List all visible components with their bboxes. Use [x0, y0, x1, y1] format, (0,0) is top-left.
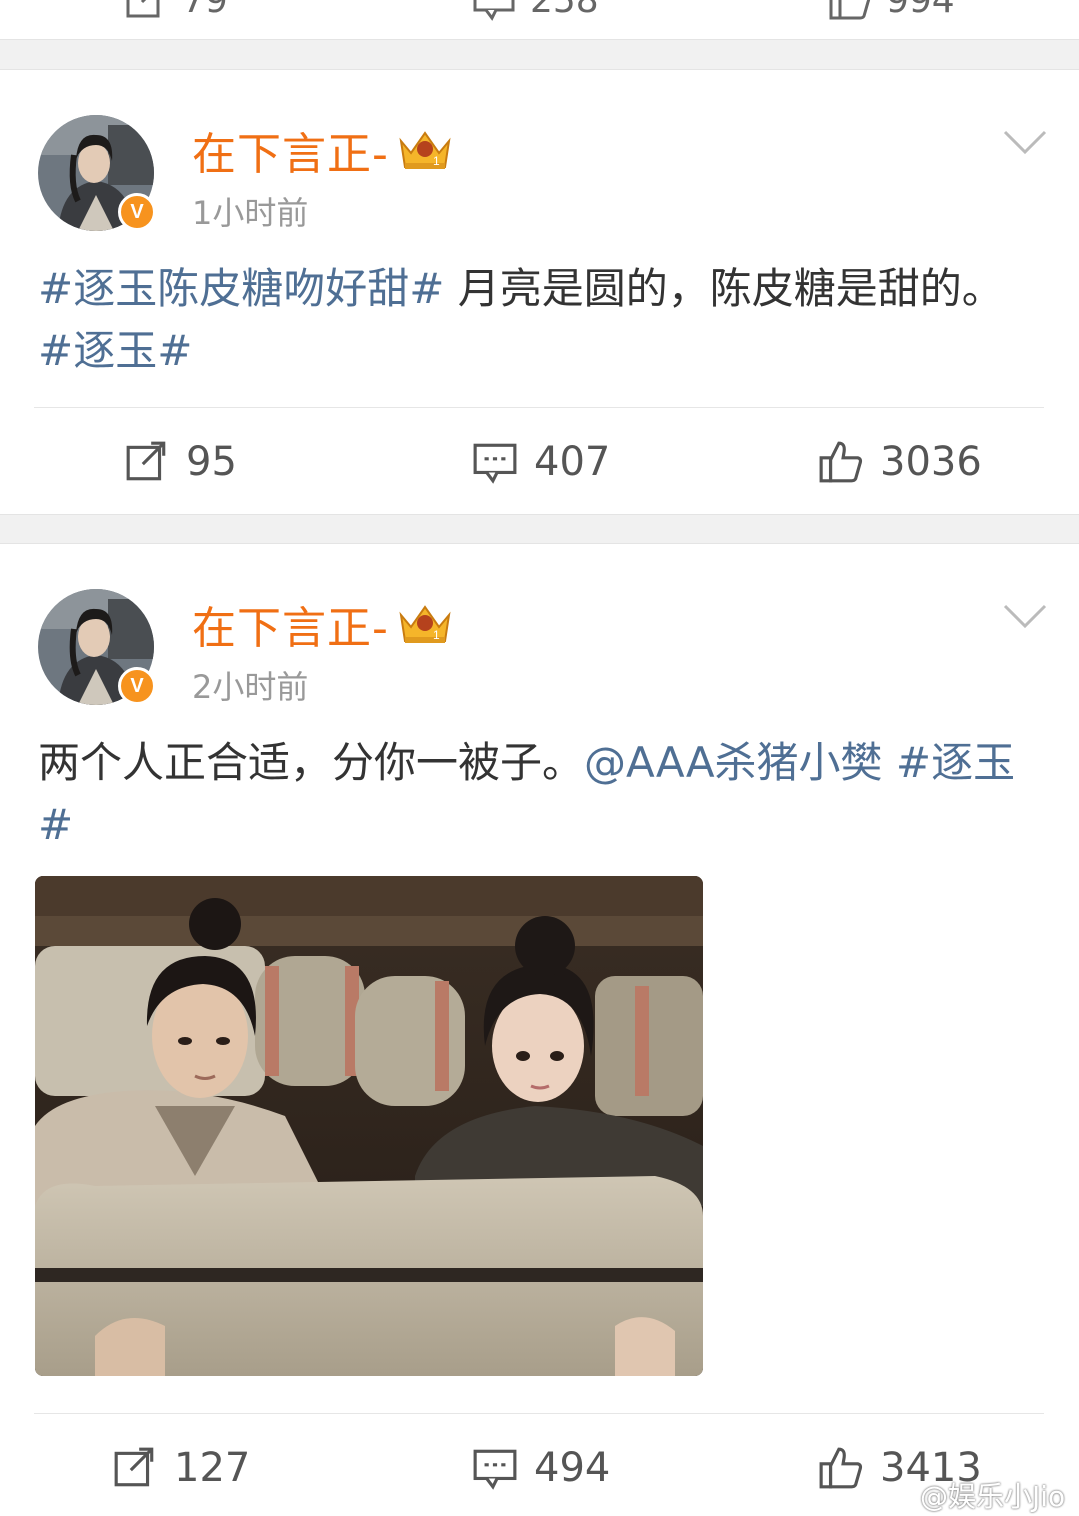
watermark: @娱乐小Jio — [880, 1475, 1065, 1515]
like-action[interactable]: 994 — [828, 0, 955, 22]
author-name[interactable]: 在下言正- 1 — [192, 592, 453, 656]
author-name-text: 在下言正- — [192, 129, 389, 180]
post-text: #逐玉陈皮糖吻好甜# 月亮是圆的，陈皮糖是甜的。 #逐玉# — [38, 258, 1038, 382]
repost-icon — [126, 441, 166, 481]
chevron-down-icon[interactable] — [1002, 602, 1048, 630]
weibo-post-1: V 在下言正- 1 1小时前 #逐玉陈皮糖吻好甜# 月亮是圆的，陈皮糖是甜的。#… — [0, 69, 1079, 515]
author-name[interactable]: 在下言正- 1 — [192, 118, 453, 182]
previous-post-action-bar: 79 258 994 — [0, 0, 1079, 40]
spacer-text — [883, 738, 896, 787]
divider — [34, 407, 1044, 408]
svg-text:1: 1 — [433, 154, 441, 168]
like-button[interactable]: 3036 — [818, 422, 982, 502]
post-time: 2小时前 — [192, 668, 309, 706]
weibo-post-2: V 在下言正- 1 2小时前 两个人正合适，分你一被子。@AAA杀猪小樊 #逐玉… — [0, 543, 1079, 1516]
hashtag-link[interactable]: #逐玉# — [38, 326, 192, 375]
repost-count: 127 — [174, 1445, 251, 1491]
repost-button[interactable]: 95 — [124, 422, 237, 502]
post-body-text: 两个人正合适，分你一被子。 — [38, 738, 585, 787]
repost-count: 95 — [186, 439, 237, 485]
repost-button[interactable]: 127 — [112, 1428, 250, 1508]
repost-action[interactable]: 79 — [124, 0, 228, 22]
comment-button[interactable]: 494 — [472, 1428, 610, 1508]
author-name-text: 在下言正- — [192, 603, 389, 654]
post-time: 1小时前 — [192, 194, 309, 232]
verified-badge: V — [118, 667, 156, 705]
like-count: 3036 — [880, 439, 982, 485]
post-text: 两个人正合适，分你一被子。@AAA杀猪小樊 #逐玉# — [38, 732, 1038, 856]
verified-badge: V — [118, 193, 156, 231]
like-icon — [819, 441, 863, 483]
comment-icon — [473, 1449, 517, 1490]
comment-button[interactable]: 407 — [472, 422, 610, 502]
mention-link[interactable]: @AAA杀猪小樊 — [584, 738, 883, 787]
hashtag-link[interactable]: #逐玉陈皮糖吻好甜# — [38, 264, 444, 313]
comment-count: 258 — [530, 0, 599, 21]
comment-icon — [473, 0, 515, 21]
crown-icon: 1 — [399, 131, 451, 169]
post-body-text: 月亮是圆的，陈皮糖是甜的。 — [444, 264, 1004, 313]
weibo-logo-icon — [880, 1483, 913, 1509]
action-bar: 95 407 3036 — [0, 422, 1079, 502]
like-icon — [829, 0, 871, 20]
chevron-down-icon[interactable] — [1002, 128, 1048, 156]
like-count: 994 — [886, 0, 955, 21]
like-icon — [819, 1447, 863, 1489]
comment-count: 494 — [534, 1445, 611, 1491]
crown-icon: 1 — [399, 605, 451, 643]
comment-icon — [473, 443, 517, 484]
repost-icon — [114, 1447, 154, 1487]
repost-count: 79 — [182, 0, 228, 21]
svg-text:1: 1 — [433, 628, 441, 642]
post-image[interactable] — [35, 876, 703, 1376]
divider — [34, 1413, 1044, 1414]
comment-count: 407 — [534, 439, 611, 485]
watermark-text: @娱乐小Jio — [920, 1480, 1066, 1513]
comment-action[interactable]: 258 — [472, 0, 599, 22]
repost-icon — [126, 0, 160, 18]
